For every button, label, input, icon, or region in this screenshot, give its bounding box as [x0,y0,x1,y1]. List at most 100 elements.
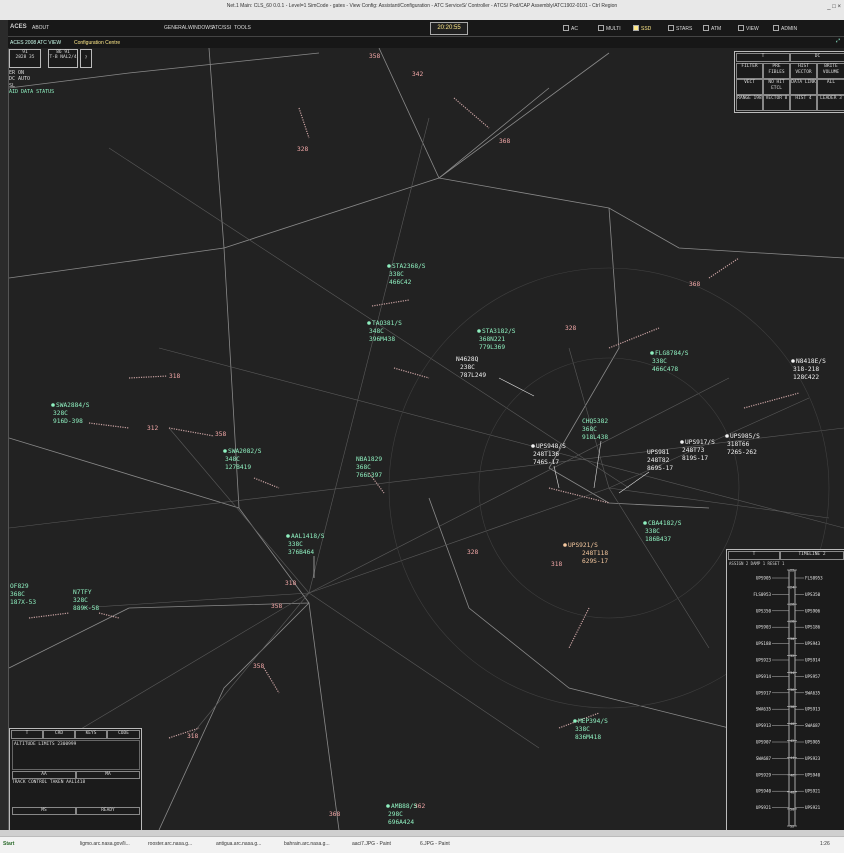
timeline-right-flight[interactable]: UPS921 [805,805,821,810]
timeline-left-flight[interactable]: UPS940 [756,789,772,794]
data-link-button[interactable]: DATA LINK [790,79,817,95]
toggle-view[interactable]: VIEW [738,25,759,32]
taskbar-item-2[interactable]: rooster.arc.nasa.g... [148,841,192,847]
taskbar-item-6[interactable]: 6.JPG - Paint [420,841,450,847]
view-name: ACES 2008 ATC VIEW [10,40,62,46]
crd-tab-keys[interactable]: KEYS [75,730,107,739]
svg-text:328C: 328C [53,410,68,417]
timeline-right-flight[interactable]: UPS914 [805,658,821,663]
timeline-left-flight[interactable]: UPS923 [756,658,772,663]
config-centre-link[interactable]: Configuration Centre [74,40,120,46]
timeline-right-flight[interactable]: UPS923 [805,756,821,761]
dcb-tab-t[interactable]: T [736,53,790,62]
help-button[interactable]: ? [80,49,92,68]
taskbar-item-1[interactable]: ligmo.arc.nasa.gov/li... [80,841,130,847]
toggle-multi[interactable]: MULTI [598,25,621,32]
svg-text:318: 318 [285,580,296,587]
timeline-right-flight[interactable]: UPS186 [805,625,821,630]
leader-button[interactable]: LEADER 3 [817,95,844,111]
range-button[interactable]: RANGE 198 [736,95,763,111]
timeline-right-flight[interactable]: SWA687 [805,723,821,728]
crd-aa-button[interactable]: AA [12,771,76,779]
svg-text:466C42: 466C42 [389,279,412,286]
timeline-left-flight[interactable]: UPS913 [756,723,772,728]
dcb-tab-dc[interactable]: DC [790,53,844,62]
timeline-right-flight[interactable]: UPS913 [805,707,821,712]
timeline-left-flight[interactable]: SWA635 [756,707,772,712]
toggle-admin[interactable]: ADMIN [773,25,797,32]
timeline-title[interactable]: TIMELINE 2 [780,551,844,560]
timeline-tab-t[interactable]: T [728,551,780,560]
timeline-left-flight[interactable]: UPS350 [756,608,772,613]
prefibles-button[interactable]: PRE FIBLES [763,63,790,79]
filter-button[interactable]: FILTER [736,63,763,79]
toggle-stars[interactable]: STARS [668,25,692,32]
svg-text:UPS948/S: UPS948/S [536,443,566,450]
svg-text:869S-17: 869S-17 [647,465,673,472]
timeline-right-flight[interactable]: UPS957 [805,674,821,679]
menu-windows[interactable]: WINDOWS [188,25,213,31]
all-button[interactable]: ALL [817,79,844,95]
hist-button[interactable]: HIST 4 [790,95,817,111]
vect-button[interactable]: VECT [736,79,763,95]
menu-about[interactable]: ABOUT [32,25,49,31]
toggle-ac[interactable]: AC [563,25,578,32]
svg-text:127B419: 127B419 [225,464,251,471]
radar-scope[interactable]: 358 342 328 368 368 318 328 312 358 328 … [9,48,844,830]
toggle-atm[interactable]: ATM [703,25,721,32]
timeline-left-flight[interactable]: SWA687 [756,756,772,761]
timeline-right-flight[interactable]: SWA635 [805,690,821,695]
svg-text:348C: 348C [225,456,240,463]
timeline-right-flight[interactable]: UPS350 [805,592,821,597]
timeline-left-flight[interactable]: UPS905 [756,576,772,581]
minimize-close-icon[interactable]: _ □ × [827,4,841,10]
svg-text:238C: 238C [460,364,475,371]
crd-ready-button[interactable]: READY [76,807,140,815]
expand-icon[interactable]: ⤢ [836,38,840,44]
hist-vector-button[interactable]: HIST VECTOR [790,63,817,79]
svg-text:368: 368 [689,281,700,288]
svg-text:128C422: 128C422 [793,374,819,381]
svg-text:UPS981: UPS981 [647,449,670,456]
altitude-filter-box[interactable]: 86 91 T-B NAL2/4 [48,49,78,68]
timeline-right-flight[interactable]: UPS905 [805,740,821,745]
brite-volume-button[interactable]: BRITE VOLUME [817,63,844,79]
simulation-clock: 20:20:55 [430,22,468,35]
timeline-left-flight[interactable]: FLS0953 [753,592,771,597]
timeline-right-flight[interactable]: UPS906 [805,608,821,613]
nohit-button[interactable]: NO HIT ETCL [763,79,790,95]
menu-general[interactable]: GENERAL [164,25,188,31]
timeline-right-flight[interactable]: FLS0953 [805,576,823,581]
timeline-right-flight[interactable]: UPS940 [805,772,821,777]
taskbar-item-3[interactable]: antigua.arc.nasa.g... [216,841,261,847]
crd-tab-t[interactable]: T [11,730,43,739]
menu-tools[interactable]: TOOLS [234,25,251,31]
crd-ma-button[interactable]: MA [76,771,140,779]
timeline-left-flight[interactable]: UPS921 [756,805,772,810]
timeline-left-flight[interactable]: UPS929 [756,772,772,777]
timeline-right-flight[interactable]: UPS943 [805,641,821,646]
taskbar-item-5[interactable]: aaci7.JPG - Paint [352,841,391,847]
timeline-left-flight[interactable]: UPS914 [756,674,772,679]
start-button[interactable]: Start [3,841,14,847]
menu-atc-ssi[interactable]: ATC/SSI [212,25,231,31]
svg-text:UPS917/S: UPS917/S [685,439,715,446]
taskbar-item-4[interactable]: bahrain.arc.nasa.g... [284,841,330,847]
timeline-tick-label: 46 [790,773,794,777]
timeline-tick-label: 44 [790,756,794,760]
svg-text:889K-58: 889K-58 [73,605,99,612]
timeline-left-flight[interactable]: UPS188 [756,641,772,646]
crd-tab-crd[interactable]: CRD [43,730,75,739]
timeline-left-flight[interactable]: UPS917 [756,690,772,695]
svg-text:368C: 368C [582,426,597,433]
toggle-ssd[interactable]: SSD [633,25,651,32]
timeline-left-flight[interactable]: UPS907 [756,740,772,745]
crd-ms-button[interactable]: MS [12,807,76,815]
timeline-subheader[interactable]: ASSIGN 2 DAMP 1 RESET 1 [729,561,784,566]
timeline-scale[interactable]: 22 24 26 28 30 32 34 36 38 40 42 44 46 48 50 52 UPS905 F… [727,568,844,830]
range-readout-box[interactable]: 91 2828 35 [9,49,41,68]
timeline-left-flight[interactable]: UPS903 [756,625,772,630]
crd-tab-code[interactable]: CODE [107,730,140,739]
timeline-right-flight[interactable]: UPS921 [805,789,821,794]
vector-button[interactable]: VECTOR 8 [763,95,790,111]
